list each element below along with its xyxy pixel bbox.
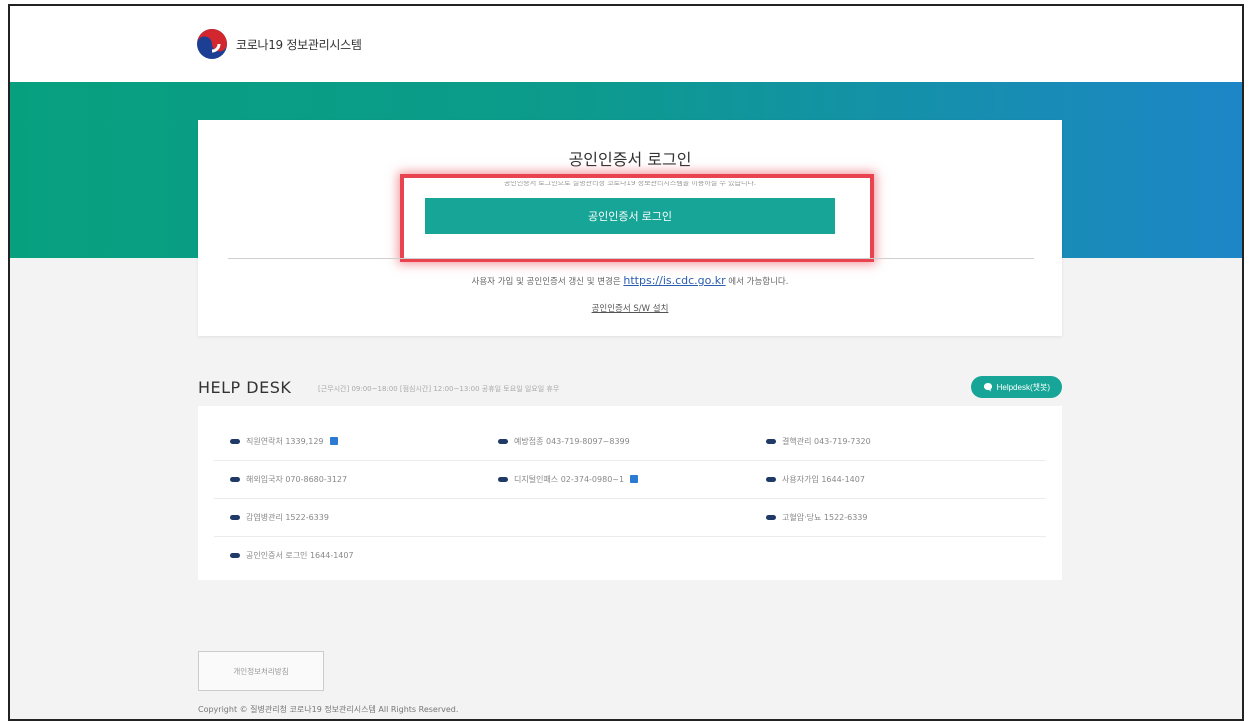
bullet-icon (230, 514, 240, 520)
helpdesk-item[interactable]: 사용자가입 1644-1407 (766, 460, 865, 498)
privacy-policy-button[interactable]: 개인정보처리방침 (198, 651, 324, 691)
external-link-icon[interactable] (630, 475, 639, 483)
helpdesk-item[interactable]: 고혈압·당뇨 1522-6339 (766, 498, 868, 536)
taegeuk-emblem-icon (197, 29, 227, 59)
helpdesk-hours: [근무시간] 09:00~18:00 [점심시간] 12:00~13:00 공휴… (318, 385, 560, 393)
bullet-icon (498, 476, 508, 482)
helpdesk-item[interactable]: 감염병관리 1522-6339 (230, 498, 329, 536)
renew-link[interactable]: https://is.cdc.go.kr (623, 274, 725, 287)
login-card: 공인인증서 로그인 공인인증서 로그인으로 질병관리청 코로나19 정보관리시스… (198, 120, 1062, 336)
helpdesk-item[interactable]: 공인인증서 로그인 1644-1407 (230, 536, 354, 574)
certificate-login-button[interactable]: 공인인증서 로그인 (425, 198, 835, 234)
login-title: 공인인증서 로그인 (568, 150, 692, 169)
helpdesk-item-text: 결핵관리 043-719-7320 (782, 436, 871, 446)
helpdesk-item-text: 디지털인패스 02-374-0980~1 (514, 474, 625, 484)
site-logo[interactable]: 코로나19 정보관리시스템 (196, 28, 362, 60)
renew-suffix: 에서 가능합니다. (728, 277, 789, 287)
top-bar: 코로나19 정보관리시스템 (10, 6, 1242, 82)
bullet-icon (498, 438, 508, 444)
site-title: 코로나19 정보관리시스템 (236, 37, 362, 52)
helpdesk-row: 공인인증서 로그인 1644-1407 (214, 536, 1046, 574)
helpdesk-row: 직원연락처 1339,129 예방접종 043-719-8097~8399 결핵… (214, 422, 1046, 461)
helpdesk-title: HELP DESK (198, 378, 292, 397)
login-subtitle: 공인인증서 로그인으로 질병관리청 코로나19 정보관리시스템을 이용하실 수 … (503, 179, 757, 187)
helpdesk-row: 감염병관리 1522-6339 고혈압·당뇨 1522-6339 (214, 498, 1046, 537)
external-link-icon[interactable] (329, 437, 338, 445)
helpdesk-item-text: 고혈압·당뇨 1522-6339 (782, 512, 868, 522)
helpdesk-item[interactable]: 해외입국자 070-8680-3127 (230, 460, 347, 498)
helpdesk-item[interactable]: 디지털인패스 02-374-0980~1 (498, 460, 639, 498)
helpdesk-row: 해외입국자 070-8680-3127 디지털인패스 02-374-0980~1… (214, 460, 1046, 499)
helpdesk-item-text: 예방접종 043-719-8097~8399 (514, 436, 630, 446)
helpdesk-header: HELP DESK [근무시간] 09:00~18:00 [점심시간] 12:0… (198, 376, 1062, 402)
helpdesk-card: 직원연락처 1339,129 예방접종 043-719-8097~8399 결핵… (198, 406, 1062, 580)
bullet-icon (230, 552, 240, 558)
sw-install-link[interactable]: 공인인증서 S/W 설치 (198, 302, 1062, 314)
copyright-text: Copyright © 질병관리청 코로나19 정보관리시스템 All Righ… (198, 705, 459, 714)
bullet-icon (766, 438, 776, 444)
helpdesk-item-text: 사용자가입 1644-1407 (782, 474, 865, 484)
chat-bubble-icon (983, 383, 992, 392)
helpdesk-chatbot-button[interactable]: Helpdesk(챗봇) (970, 376, 1062, 398)
renew-prefix: 사용자 가입 및 공인인증서 갱신 및 변경은 (471, 277, 621, 287)
bullet-icon (766, 476, 776, 482)
bullet-icon (230, 438, 240, 444)
helpdesk-item-text: 해외입국자 070-8680-3127 (246, 474, 348, 484)
bullet-icon (766, 514, 776, 520)
helpdesk-item[interactable]: 결핵관리 043-719-7320 (766, 422, 871, 460)
bullet-icon (230, 476, 240, 482)
helpdesk-item[interactable]: 예방접종 043-719-8097~8399 (498, 422, 630, 460)
helpdesk-item-text: 감염병관리 1522-6339 (246, 512, 329, 522)
renew-info: 사용자 가입 및 공인인증서 갱신 및 변경은 https://is.cdc.g… (198, 274, 1062, 287)
browser-frame: 코로나19 정보관리시스템 공인인증서 로그인 공인인증서 로그인으로 질병관리… (8, 4, 1244, 721)
helpdesk-item[interactable]: 직원연락처 1339,129 (230, 422, 338, 460)
helpdesk-item-text: 직원연락처 1339,129 (246, 436, 324, 446)
divider (228, 258, 1034, 259)
helpdesk-item-text: 공인인증서 로그인 1644-1407 (246, 550, 354, 560)
helpdesk-chip-label: Helpdesk(챗봇) (996, 382, 1050, 392)
